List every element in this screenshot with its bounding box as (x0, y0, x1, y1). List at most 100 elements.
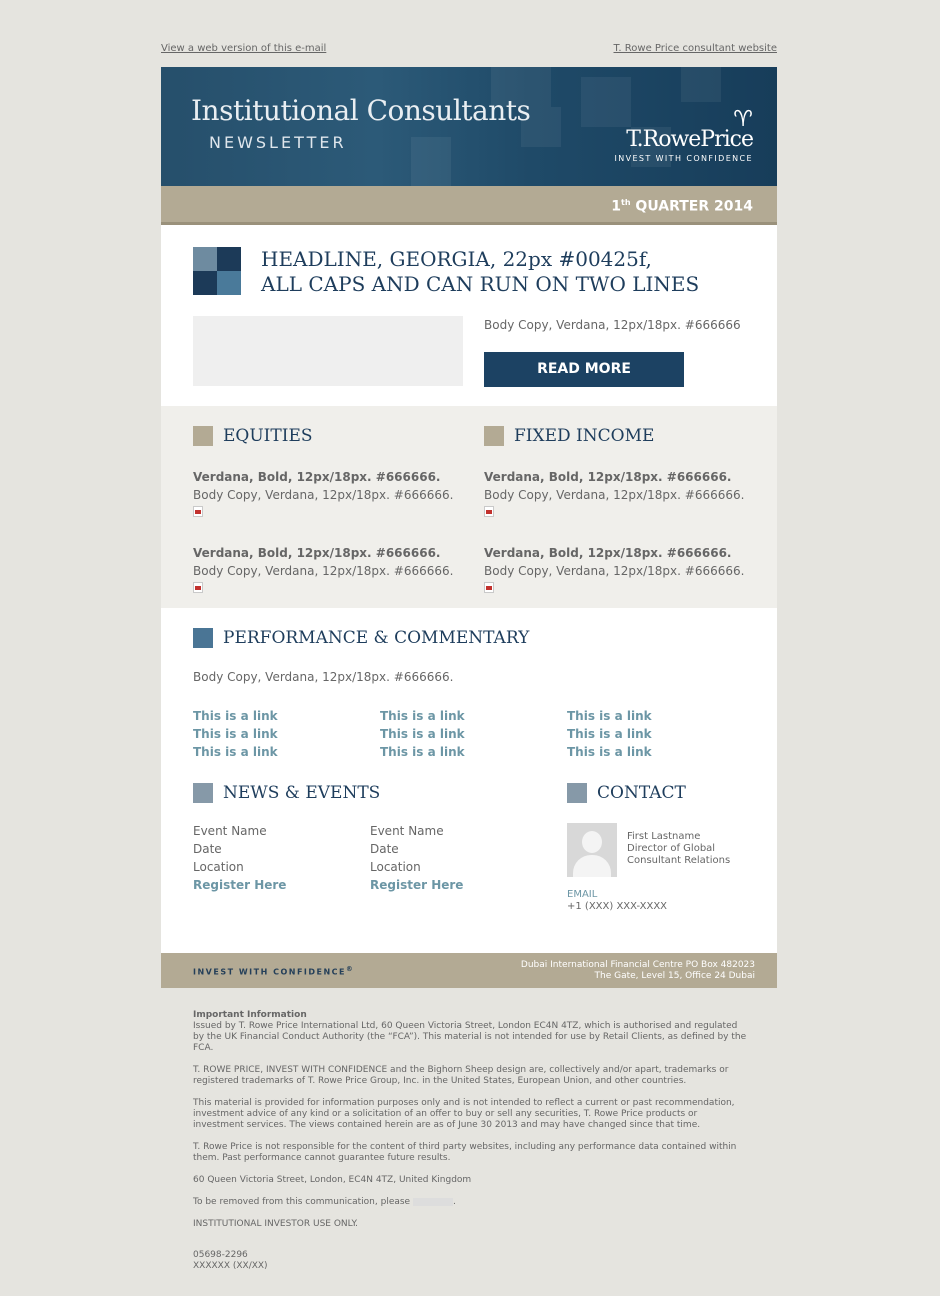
news-events-heading: NEWS & EVENTS (223, 783, 381, 803)
item-body: Body Copy, Verdana, 12px/18px. #666666. (484, 564, 745, 578)
item-title: Verdana, Bold, 12px/18px. #666666. (484, 470, 732, 484)
equities-heading: EQUITIES (223, 426, 313, 446)
event-item: Event Name Date Location Register Here (370, 822, 540, 894)
performance-link[interactable]: This is a link (380, 725, 560, 743)
legal-paragraph: T. Rowe Price is not responsible for the… (193, 1142, 737, 1163)
categories-section: EQUITIES Verdana, Bold, 12px/18px. #6666… (161, 406, 777, 608)
performance-link[interactable]: This is a link (193, 707, 373, 725)
footer-address-line-1: Dubai International Financial Centre PO … (520, 960, 755, 970)
item-title: Verdana, Bold, 12px/18px. #666666. (484, 546, 732, 560)
newsletter-subtitle: NEWSLETTER (209, 133, 347, 152)
register-link[interactable]: Register Here (370, 876, 540, 894)
contact-heading: CONTACT (597, 783, 686, 803)
news-events-block: NEWS & EVENTS (193, 783, 553, 803)
event-date: Date (193, 842, 222, 856)
performance-link[interactable]: This is a link (567, 725, 747, 743)
header-banner: Institutional Consultants NEWSLETTER ♈ T… (161, 67, 777, 186)
list-item: Verdana, Bold, 12px/18px. #666666. Body … (484, 544, 764, 598)
item-body: Body Copy, Verdana, 12px/18px. #666666. (193, 488, 454, 502)
register-link[interactable]: Register Here (193, 876, 363, 894)
list-item: Verdana, Bold, 12px/18px. #666666. Body … (193, 544, 473, 598)
contact-details: First Lastname Director of Global Consul… (627, 831, 730, 867)
newsletter-container: Institutional Consultants NEWSLETTER ♈ T… (161, 67, 777, 988)
headline-line-2: ALL CAPS AND CAN RUN ON TWO LINES (261, 272, 700, 296)
item-title: Verdana, Bold, 12px/18px. #666666. (193, 546, 441, 560)
performance-link[interactable]: This is a link (567, 707, 747, 725)
unsubscribe-line: To be removed from this communication, p… (193, 1197, 456, 1207)
document-code: 05698-2296 (193, 1250, 248, 1260)
newsletter-title: Institutional Consultants (191, 94, 531, 127)
contact-phone: +1 (XXX) XXX-XXXX (567, 901, 668, 912)
legal-heading: Important Information (193, 1010, 307, 1020)
brand-name: T.RowePrice (626, 127, 754, 152)
footer-address-line-2: The Gate, Level 15, Office 24 Dubai (594, 971, 755, 981)
pdf-icon[interactable] (193, 506, 203, 517)
document-code-2: XXXXXX (XX/XX) (193, 1261, 268, 1271)
legal-paragraph: 60 Queen Victoria Street, London, EC4N 4… (193, 1175, 472, 1185)
headline-line-1: HEADLINE, GEORGIA, 22px #00425f, (261, 247, 652, 271)
list-item: Verdana, Bold, 12px/18px. #666666. Body … (484, 468, 764, 522)
item-body: Body Copy, Verdana, 12px/18px. #666666. (193, 564, 454, 578)
lead-body: Body Copy, Verdana, 12px/18px. #666666 (484, 318, 741, 332)
footer-band: INVEST WITH CONFIDENCE® Dubai Internatio… (161, 953, 777, 988)
lead-headline: HEADLINE, GEORGIA, 22px #00425f, ALL CAP… (261, 247, 741, 297)
section-square-icon (193, 426, 213, 446)
performance-link[interactable]: This is a link (380, 707, 560, 725)
contact-name: First Lastname (627, 831, 701, 842)
list-item: Verdana, Bold, 12px/18px. #666666. Body … (193, 468, 473, 522)
legal-disclaimer: Important Information Issued by T. Rowe … (193, 1010, 749, 1272)
contact-email-link[interactable]: EMAIL (567, 889, 597, 901)
event-name: Event Name (193, 824, 267, 838)
unsubscribe-link[interactable] (412, 1197, 453, 1206)
quarter-band: 1th QUARTER 2014 (161, 186, 777, 225)
links-column-3: This is a link This is a link This is a … (567, 707, 747, 761)
quarter-label: QUARTER 2014 (630, 198, 753, 215)
event-date: Date (370, 842, 399, 856)
headline-mosaic-icon (193, 247, 241, 295)
brand-logo: T.RowePrice INVEST WITH CONFIDENCE (614, 127, 754, 163)
lead-image-placeholder (193, 316, 463, 386)
section-square-icon (484, 426, 504, 446)
footer-address: Dubai International Financial Centre PO … (521, 960, 755, 982)
top-links-bar: View a web version of this e-mail T. Row… (161, 43, 777, 57)
fixed-income-heading: FIXED INCOME (514, 426, 655, 446)
contact-role-line-1: Director of Global (627, 843, 716, 854)
event-name: Event Name (370, 824, 444, 838)
fixed-income-column: FIXED INCOME Verdana, Bold, 12px/18px. #… (484, 426, 764, 598)
web-version-link[interactable]: View a web version of this e-mail (161, 43, 326, 54)
quarter-number: 1 (611, 198, 622, 215)
performance-section: PERFORMANCE & COMMENTARY Body Copy, Verd… (161, 608, 777, 953)
brand-tagline: INVEST WITH CONFIDENCE (614, 154, 753, 163)
performance-block: PERFORMANCE & COMMENTARY Body Copy, Verd… (193, 628, 753, 686)
event-location: Location (193, 860, 244, 874)
pdf-icon[interactable] (484, 506, 494, 517)
avatar (567, 823, 617, 877)
consultant-website-link[interactable]: T. Rowe Price consultant website (614, 43, 778, 54)
performance-link[interactable]: This is a link (567, 743, 747, 761)
section-square-icon (193, 628, 213, 648)
performance-heading: PERFORMANCE & COMMENTARY (223, 628, 530, 648)
quarter-suffix: th (621, 198, 631, 207)
performance-link[interactable]: This is a link (380, 743, 560, 761)
links-column-1: This is a link This is a link This is a … (193, 707, 373, 761)
legal-paragraph: INSTITUTIONAL INVESTOR USE ONLY. (193, 1219, 358, 1229)
legal-paragraph: T. ROWE PRICE, INVEST WITH CONFIDENCE an… (193, 1065, 729, 1086)
contact-role-line-2: Consultant Relations (627, 855, 731, 866)
lead-article: HEADLINE, GEORGIA, 22px #00425f, ALL CAP… (161, 225, 777, 406)
performance-body: Body Copy, Verdana, 12px/18px. #666666. (193, 670, 454, 684)
pdf-icon[interactable] (193, 582, 203, 593)
section-square-icon (567, 783, 587, 803)
read-more-button[interactable]: READ MORE (484, 352, 684, 387)
section-square-icon (193, 783, 213, 803)
event-item: Event Name Date Location Register Here (193, 822, 363, 894)
footer-tagline: INVEST WITH CONFIDENCE® (193, 965, 355, 977)
equities-column: EQUITIES Verdana, Bold, 12px/18px. #6666… (193, 426, 473, 598)
event-location: Location (370, 860, 421, 874)
pdf-icon[interactable] (484, 582, 494, 593)
contact-block: CONTACT (567, 783, 757, 803)
performance-link[interactable]: This is a link (193, 743, 373, 761)
legal-paragraph: Issued by T. Rowe Price International Lt… (193, 1021, 747, 1053)
performance-link[interactable]: This is a link (193, 725, 373, 743)
item-title: Verdana, Bold, 12px/18px. #666666. (193, 470, 441, 484)
links-column-2: This is a link This is a link This is a … (380, 707, 560, 761)
